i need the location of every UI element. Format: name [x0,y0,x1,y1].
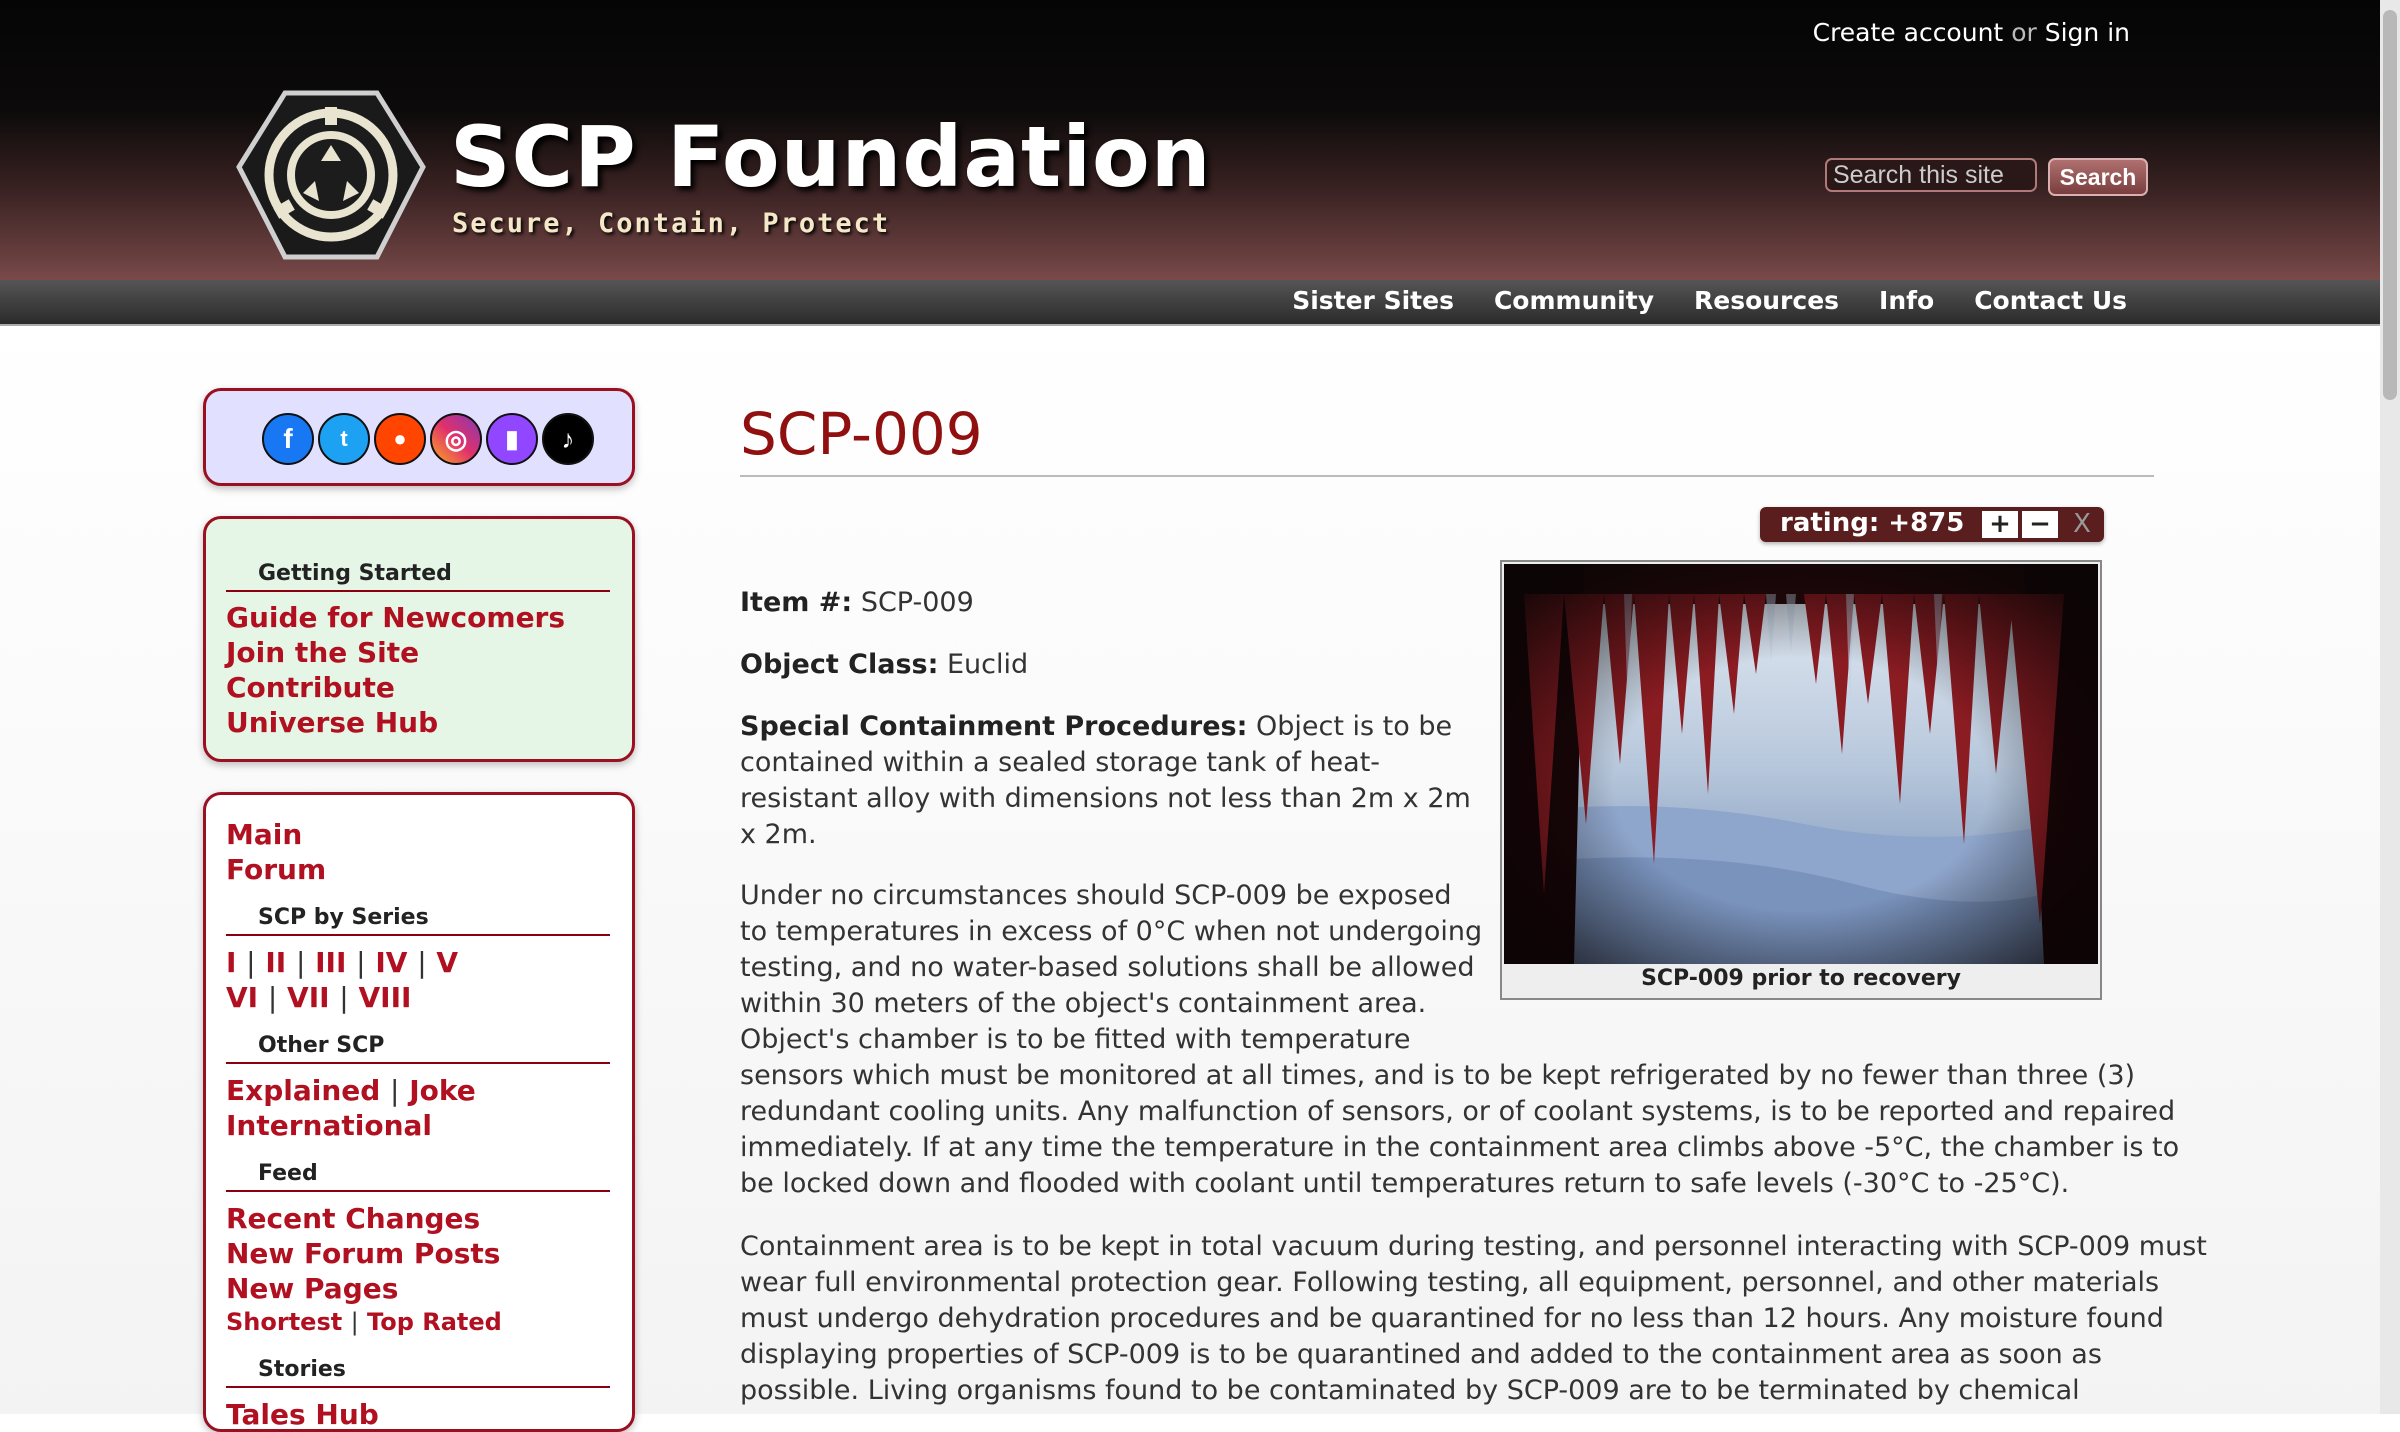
series-ii-link[interactable]: II [265,946,286,979]
other-scp-row: Explained | Joke [226,1074,476,1107]
joke-link[interactable]: Joke [409,1074,476,1107]
object-class-label: Object Class: [740,649,939,680]
join-the-site-link[interactable]: Join the Site [226,636,419,669]
series-iv-link[interactable]: IV [375,946,407,979]
top-rated-link[interactable]: Top Rated [367,1308,502,1336]
containment-procedures-label: Special Containment Procedures: [740,711,1248,742]
new-pages-link[interactable]: New Pages [226,1272,398,1305]
social-links-box: f t ● ◎ ▮ ♪ [203,388,635,486]
facebook-icon[interactable]: f [262,413,314,465]
series-viii-link[interactable]: VIII [358,981,411,1014]
new-forum-posts-link[interactable]: New Forum Posts [226,1237,500,1270]
top-nav: Sister Sites Community Resources Info Co… [0,280,2380,326]
guide-for-newcomers-link[interactable]: Guide for Newcomers [226,601,565,634]
object-class-value: Euclid [946,649,1029,680]
nav-info[interactable]: Info [1879,286,1934,315]
forum-link[interactable]: Forum [226,853,326,886]
series-i-link[interactable]: I [226,946,236,979]
containment-procedures-paragraph: Special Containment Procedures: Object i… [740,711,1471,850]
scp-by-series-heading: SCP by Series [226,905,610,936]
contribute-link[interactable]: Contribute [226,671,395,704]
twitter-icon[interactable]: t [318,413,370,465]
series-vi-link[interactable]: VI [226,981,258,1014]
scrollbar-thumb[interactable] [2383,10,2397,400]
main-link[interactable]: Main [226,818,302,851]
site-title[interactable]: SCP Foundation [450,108,1212,206]
rate-up-button[interactable]: + [1982,511,2018,538]
site-tagline: Secure, Contain, Protect [452,208,891,239]
getting-started-heading: Getting Started [226,561,610,592]
nav-contact-us[interactable]: Contact Us [1974,286,2127,315]
sign-in-link[interactable]: Sign in [2045,18,2130,47]
scp-logo-icon[interactable] [235,85,427,265]
rating-module: rating: +875 + − X [1760,507,2104,542]
explained-link[interactable]: Explained [226,1074,380,1107]
object-class-line: Object Class: Euclid [740,647,1028,683]
account-or-text: or [2011,18,2037,47]
series-vii-link[interactable]: VII [287,981,330,1014]
create-account-link[interactable]: Create account [1813,18,2004,47]
search-input[interactable] [1825,158,2037,192]
side-menu-box: Main Forum SCP by Series I | II | III | … [203,792,635,1432]
universe-hub-link[interactable]: Universe Hub [226,706,438,739]
item-number-label: Item #: [740,587,853,618]
item-number-line: Item #: SCP-009 [740,585,974,621]
page-title: SCP-009 [740,400,983,468]
item-number-value: SCP-009 [860,587,974,618]
shortest-link[interactable]: Shortest [226,1308,342,1336]
title-divider [740,475,2154,477]
rating-label: rating: +875 [1780,508,1965,538]
series-row-1: I | II | III | IV | V [226,946,459,979]
rate-down-button[interactable]: − [2022,511,2058,538]
search-button[interactable]: Search [2048,158,2148,196]
nav-resources[interactable]: Resources [1694,286,1839,315]
nav-community[interactable]: Community [1494,286,1654,315]
stories-heading: Stories [226,1357,610,1388]
getting-started-box: Getting Started Guide for Newcomers Join… [203,516,635,762]
instagram-icon[interactable]: ◎ [430,413,482,465]
reddit-icon[interactable]: ● [374,413,426,465]
containment-paragraph-3: Containment area is to be kept in total … [740,1231,2207,1406]
tiktok-icon[interactable]: ♪ [542,413,594,465]
recent-changes-link[interactable]: Recent Changes [226,1202,480,1235]
international-link[interactable]: International [226,1109,432,1142]
series-row-2: VI | VII | VIII [226,981,412,1014]
feed-heading: Feed [226,1161,610,1192]
series-iii-link[interactable]: III [315,946,346,979]
site-header: Create account or Sign in SCP Foundation… [0,0,2380,280]
account-links: Create account or Sign in [1813,18,2130,47]
other-scp-heading: Other SCP [226,1033,610,1064]
page-scrollbar[interactable] [2380,0,2400,1414]
series-v-link[interactable]: V [436,946,458,979]
rate-cancel-button[interactable]: X [2064,511,2100,538]
containment-paragraph-2: Under no circumstances should SCP-009 be… [740,880,2180,1199]
tales-hub-link[interactable]: Tales Hub [226,1398,379,1431]
nav-sister-sites[interactable]: Sister Sites [1292,286,1454,315]
feed-small-row: Shortest | Top Rated [226,1308,502,1336]
twitch-icon[interactable]: ▮ [486,413,538,465]
